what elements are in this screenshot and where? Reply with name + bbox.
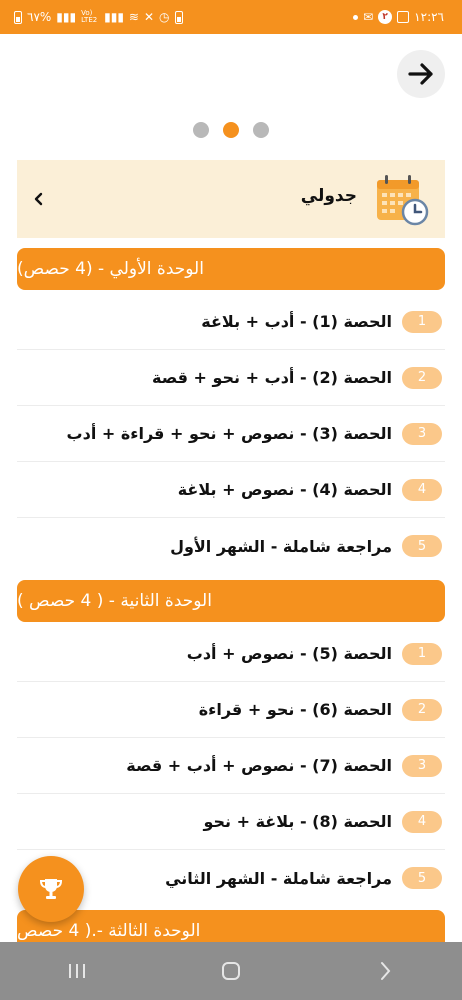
page-indicator [193, 122, 269, 138]
lesson-title: الحصة (7) - نصوص + أدب + قصة [126, 756, 392, 775]
lesson-title: الحصة (6) - نحو + قراءة [198, 700, 392, 719]
lesson-row[interactable]: مراجعة شاملة - الشهر الأول 5 [17, 518, 445, 574]
lesson-number-badge: 1 [402, 642, 442, 665]
status-left: ٦٧% ▮▮▮ Vo) LTE2 ▮▮▮ ≋ ✕ ◷ [14, 10, 183, 24]
recent-apps-icon [69, 964, 85, 978]
unit-title: الوحدة الأولي - (4 حصص) [17, 259, 204, 279]
battery-percent: ٦٧% [27, 10, 52, 24]
lesson-number-badge: 3 [402, 422, 442, 445]
lesson-title: مراجعة شاملة - الشهر الأول [170, 536, 392, 556]
status-time: ١٢:٢٦ [414, 10, 444, 24]
app-badge-icon: ٢ [378, 10, 393, 24]
battery-icon [14, 10, 22, 24]
lesson-title: الحصة (3) - نصوص + نحو + قراءة + أدب [66, 424, 392, 443]
wifi-icon: ≋ [128, 10, 139, 24]
lesson-title: الحصة (1) - أدب + بلاغة [201, 312, 392, 331]
trophy-button[interactable] [18, 856, 84, 922]
lesson-row[interactable]: الحصة (4) - نصوص + بلاغة 4 [17, 462, 445, 518]
lesson-title: مراجعة شاملة - الشهر الثاني [165, 868, 392, 888]
schedule-label: جدولي [300, 186, 357, 206]
page-dot-active[interactable] [223, 122, 239, 138]
lesson-title: الحصة (4) - نصوص + بلاغة [177, 480, 392, 499]
lesson-number-badge: 2 [402, 366, 442, 389]
arrow-right-icon [408, 63, 433, 85]
schedule-card[interactable]: جدولي [17, 160, 445, 238]
unit-header[interactable]: الوحدة الثانية - ( 4 حصص ) [17, 580, 445, 622]
mail-icon: ✉ [363, 10, 374, 24]
alarm-icon: ◷ [159, 10, 170, 24]
lesson-number-badge: 1 [402, 310, 442, 333]
lesson-number-badge: 5 [402, 535, 442, 557]
lesson-number-badge: 4 [402, 478, 442, 501]
calendar-clock-icon [377, 175, 429, 226]
back-nav-button[interactable] [365, 951, 405, 991]
unit-header[interactable]: الوحدة الأولي - (4 حصص) [17, 248, 445, 290]
lesson-number-badge: 5 [402, 867, 442, 889]
lesson-title: الحصة (8) - بلاغة + نحو [203, 812, 392, 831]
home-button[interactable] [211, 951, 251, 991]
network-label: Vo) LTE2 [81, 9, 98, 24]
trophy-icon [39, 879, 63, 899]
status-right: ✉ ٢ ١٢:٢٦ [353, 10, 444, 24]
lesson-number-badge: 4 [402, 810, 442, 833]
battery-saver-icon [174, 10, 183, 24]
lesson-row[interactable]: الحصة (7) - نصوص + أدب + قصة 3 [17, 738, 445, 794]
unit-title: الوحدة الثانية - ( 4 حصص ) [17, 591, 212, 611]
page-dot[interactable] [193, 122, 209, 138]
lesson-row[interactable]: الحصة (3) - نصوص + نحو + قراءة + أدب 3 [17, 406, 445, 462]
lesson-title: الحصة (2) - أدب + نحو + قصة [152, 368, 392, 387]
chevron-left-icon [27, 187, 51, 211]
signal-icon: ▮▮▮ [56, 10, 77, 24]
mute-icon: ✕ [143, 10, 155, 24]
lesson-row[interactable]: الحصة (5) - نصوص + أدب 1 [17, 626, 445, 682]
page-dot[interactable] [253, 122, 269, 138]
back-button[interactable] [397, 50, 445, 98]
system-nav-bar [0, 942, 462, 1000]
recent-apps-button[interactable] [57, 951, 97, 991]
chevron-right-icon [381, 962, 391, 980]
lesson-row[interactable]: الحصة (1) - أدب + بلاغة 1 [17, 294, 445, 350]
lesson-row[interactable]: الحصة (6) - نحو + قراءة 2 [17, 682, 445, 738]
gallery-icon [397, 11, 410, 23]
notification-dot-icon [353, 14, 359, 20]
home-icon [222, 962, 240, 980]
lesson-title: الحصة (5) - نصوص + أدب [186, 644, 392, 663]
lesson-row[interactable]: الحصة (8) - بلاغة + نحو 4 [17, 794, 445, 850]
lesson-number-badge: 3 [402, 754, 442, 777]
lesson-row[interactable]: الحصة (2) - أدب + نحو + قصة 2 [17, 350, 445, 406]
unit-title: الوحدة الثالثة -.( 4 حصص [17, 921, 201, 941]
status-bar: ٦٧% ▮▮▮ Vo) LTE2 ▮▮▮ ≋ ✕ ◷ ✉ ٢ ١٢:٢٦ [0, 0, 462, 34]
lesson-number-badge: 2 [402, 698, 442, 721]
signal-icon-2: ▮▮▮ [104, 10, 124, 24]
